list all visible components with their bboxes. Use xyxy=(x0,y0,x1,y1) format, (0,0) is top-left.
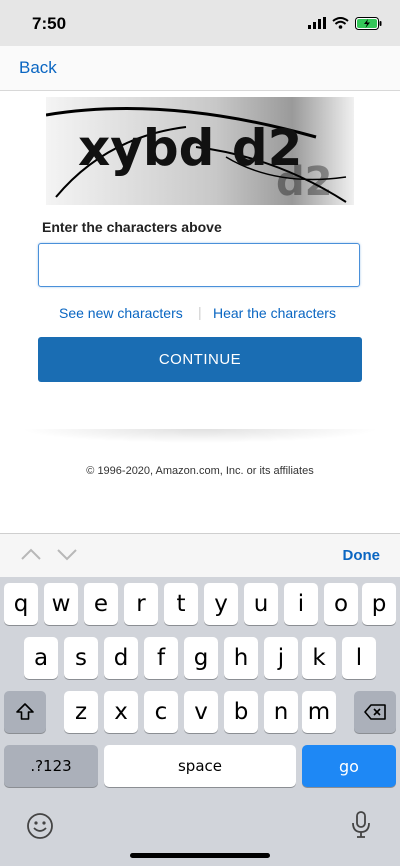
link-separator: | xyxy=(198,304,202,320)
continue-button[interactable]: CONTINUE xyxy=(38,337,362,382)
keyboard: q w e r t y u i o p a s d f g h j k l z … xyxy=(0,577,400,866)
key-g[interactable]: g xyxy=(184,637,218,679)
key-x[interactable]: x xyxy=(104,691,138,733)
numbers-key[interactable]: .?123 xyxy=(4,745,98,787)
key-m[interactable]: m xyxy=(302,691,336,733)
see-new-characters-link[interactable]: See new characters xyxy=(59,305,183,321)
key-l[interactable]: l xyxy=(342,637,376,679)
captcha-answer-input[interactable] xyxy=(38,243,360,287)
key-a[interactable]: a xyxy=(24,637,58,679)
status-icons xyxy=(308,15,382,31)
key-y[interactable]: y xyxy=(204,583,238,625)
shift-key[interactable] xyxy=(4,691,46,733)
key-t[interactable]: t xyxy=(164,583,198,625)
chevron-down-icon[interactable] xyxy=(56,546,78,562)
home-indicator xyxy=(130,853,270,858)
copyright-text: © 1996-2020, Amazon.com, Inc. or its aff… xyxy=(86,465,314,477)
svg-text:d2: d2 xyxy=(276,159,332,205)
key-n[interactable]: n xyxy=(264,691,298,733)
hear-characters-link[interactable]: Hear the characters xyxy=(213,305,336,321)
key-q[interactable]: q xyxy=(4,583,38,625)
captcha-text: xybd d2 xyxy=(78,119,302,177)
backspace-key[interactable] xyxy=(354,691,396,733)
section-divider xyxy=(20,429,380,443)
done-button[interactable]: Done xyxy=(343,547,381,564)
microphone-icon[interactable] xyxy=(350,810,372,840)
key-h[interactable]: h xyxy=(224,637,258,679)
key-w[interactable]: w xyxy=(44,583,78,625)
captcha-links: See new characters | Hear the characters xyxy=(0,304,400,325)
key-v[interactable]: v xyxy=(184,691,218,733)
key-p[interactable]: p xyxy=(362,583,396,625)
captcha-form: xybd d2 d2 Enter the characters above Se… xyxy=(0,91,400,533)
key-f[interactable]: f xyxy=(144,637,178,679)
wifi-icon xyxy=(332,17,349,29)
key-c[interactable]: c xyxy=(144,691,178,733)
key-k[interactable]: k xyxy=(302,637,336,679)
status-time: 7:50 xyxy=(32,14,67,33)
emoji-icon[interactable] xyxy=(26,812,54,840)
navigation-bar: Back xyxy=(0,46,400,91)
key-u[interactable]: u xyxy=(244,583,278,625)
captcha-image: xybd d2 d2 xyxy=(46,97,354,205)
signal-icon xyxy=(308,17,326,29)
backspace-icon xyxy=(364,704,386,720)
keyboard-toolbar: Done xyxy=(0,533,400,578)
chevron-up-icon[interactable] xyxy=(20,546,42,562)
back-button[interactable]: Back xyxy=(19,58,57,78)
key-r[interactable]: r xyxy=(124,583,158,625)
battery-charging-icon xyxy=(355,16,382,30)
key-e[interactable]: e xyxy=(84,583,118,625)
key-o[interactable]: o xyxy=(324,583,358,625)
key-z[interactable]: z xyxy=(64,691,98,733)
key-b[interactable]: b xyxy=(224,691,258,733)
go-key[interactable]: go xyxy=(302,745,396,787)
shift-icon xyxy=(16,703,34,720)
key-d[interactable]: d xyxy=(104,637,138,679)
status-bar: 7:50 xyxy=(0,0,400,46)
key-s[interactable]: s xyxy=(64,637,98,679)
key-i[interactable]: i xyxy=(284,583,318,625)
space-key[interactable]: space xyxy=(104,745,296,787)
key-j[interactable]: j xyxy=(264,637,298,679)
field-label: Enter the characters above xyxy=(42,219,222,235)
